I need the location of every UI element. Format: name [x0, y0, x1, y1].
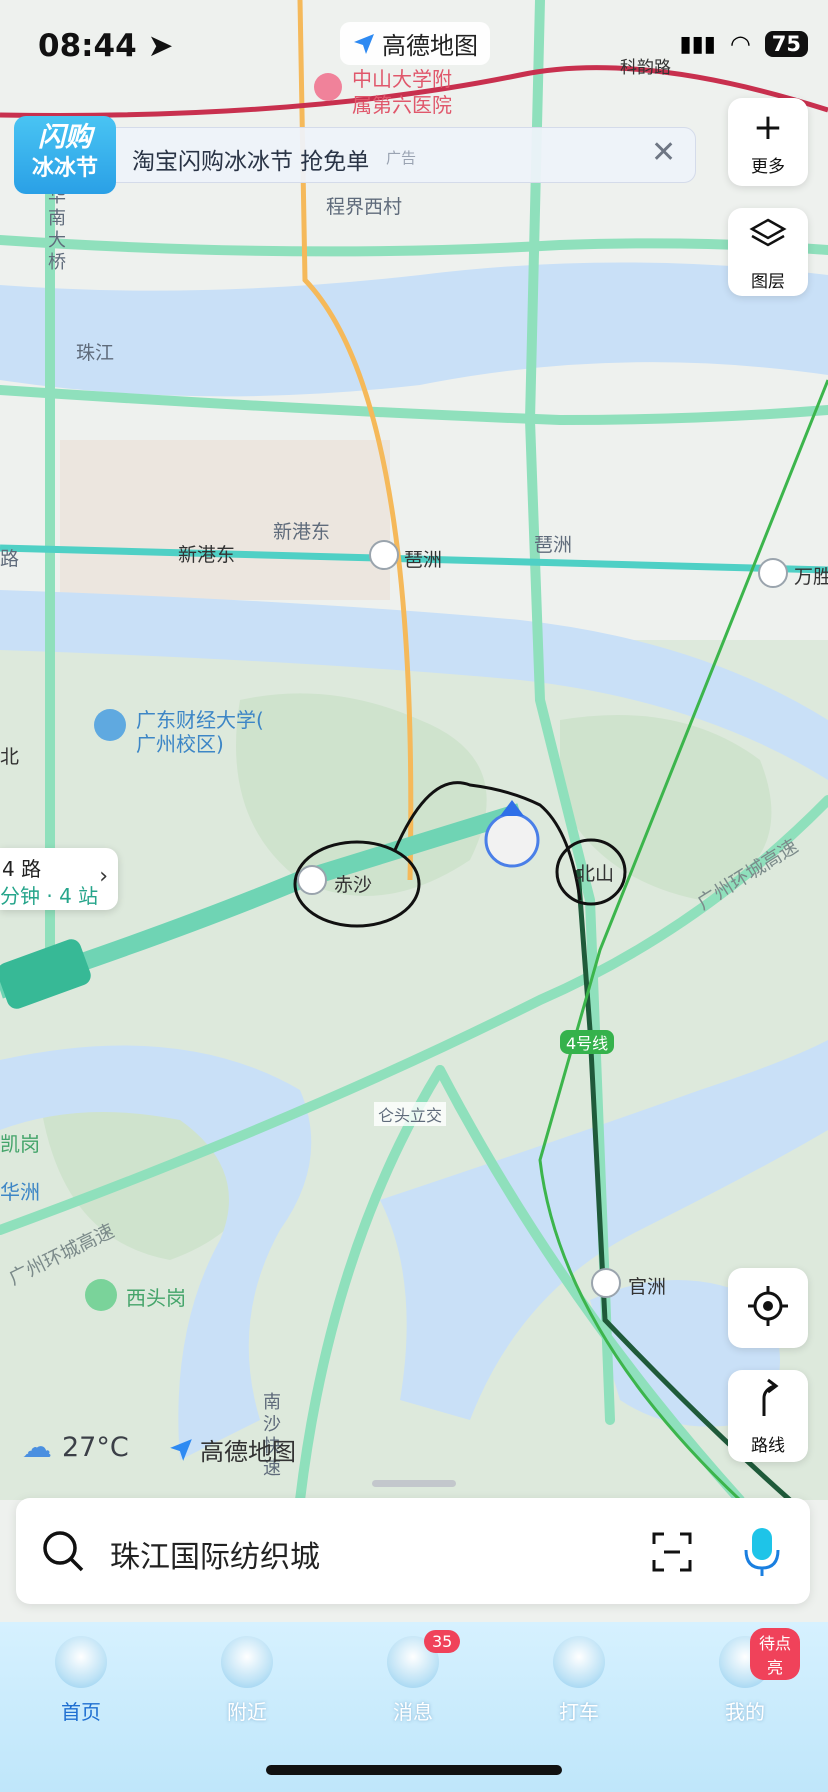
- home-indicator[interactable]: [266, 1765, 562, 1775]
- pazhou-area-label: 琶洲: [534, 534, 573, 556]
- nav-nearby[interactable]: 附近: [192, 1636, 302, 1725]
- route-turn-icon: [728, 1370, 808, 1431]
- gang-left-label: 凯岗: [0, 1132, 40, 1156]
- nav-messages[interactable]: 35 消息: [358, 1630, 468, 1725]
- route-button[interactable]: 路线: [728, 1370, 808, 1462]
- cloud-icon: ☁: [22, 1430, 52, 1465]
- canghou-interchange-label: 仑头立交: [374, 1102, 447, 1126]
- voice-mic-icon[interactable]: [738, 1524, 786, 1578]
- hua-left-label: 华洲: [0, 1180, 40, 1204]
- nav-taxi[interactable]: 打车: [524, 1636, 634, 1725]
- plus-icon: +: [752, 107, 784, 148]
- message-count-badge: 35: [424, 1630, 461, 1653]
- xingangdong-area-label: 新港东: [273, 521, 331, 543]
- wifi-icon: ◠: [729, 30, 751, 58]
- app-logo: 高德地图: [340, 22, 490, 65]
- battery-indicator: 75: [764, 31, 808, 57]
- zhujiang-label: 珠江: [76, 342, 115, 364]
- layers-button[interactable]: 图层: [728, 208, 808, 296]
- pazhou-station-label[interactable]: 琶洲: [404, 545, 442, 572]
- layers-icon: [728, 208, 808, 267]
- search-icon: [43, 1531, 84, 1572]
- lu-left-label: 路: [0, 548, 20, 570]
- ad-text[interactable]: 淘宝闪购冰冰节 抢免单: [132, 142, 369, 176]
- university-label[interactable]: 广东财经大学( 广州校区): [136, 708, 264, 756]
- status-icons: ▮▮▮ ◠ 75: [679, 30, 808, 58]
- map-brand-watermark: 高德地图: [168, 1432, 296, 1467]
- bus-eta-label: 分钟 · 4 站: [0, 884, 99, 908]
- location-arrow-icon: ➤: [147, 28, 174, 64]
- chengjiexi-label: 程界西村: [326, 196, 403, 218]
- navigation-arrow-icon: [354, 33, 374, 54]
- search-input[interactable]: 珠江国际纺织城: [110, 1532, 320, 1576]
- ad-badge[interactable]: 闪购 冰冰节: [14, 116, 116, 194]
- bus-line-label: 4 路: [2, 857, 42, 881]
- locate-button[interactable]: [728, 1268, 808, 1348]
- signal-icon: ▮▮▮: [679, 31, 716, 57]
- search-bar[interactable]: 珠江国际纺织城: [16, 1498, 810, 1604]
- xingangdong-station-label[interactable]: 新港东: [178, 540, 235, 567]
- huanan-bridge-label: 华 南 大 桥: [48, 186, 66, 273]
- beishan-station-label[interactable]: 北山: [576, 859, 614, 886]
- nav-mine[interactable]: 待点亮 我的: [690, 1628, 800, 1725]
- xitougang-label[interactable]: 西头岗: [126, 1282, 186, 1311]
- navigation-arrow-icon: [170, 1438, 192, 1461]
- line4-badge: 4号线: [560, 1030, 615, 1054]
- kenyun-station-label[interactable]: 科韵路: [620, 53, 671, 78]
- hospital-label[interactable]: 中山大学附 属第六医院: [352, 66, 452, 118]
- chisha-station-label[interactable]: 赤沙: [334, 870, 372, 897]
- more-button[interactable]: + 更多: [728, 98, 808, 186]
- chevron-right-icon: ›: [99, 864, 108, 889]
- drawer-handle[interactable]: [372, 1480, 456, 1487]
- status-time: 08:44 ➤: [38, 28, 174, 64]
- wansheng-station-label[interactable]: 万胜: [794, 562, 828, 589]
- bei-left-label: 北: [0, 746, 20, 768]
- mine-badge: 待点亮: [750, 1628, 800, 1680]
- guanzhou-station-label[interactable]: 官洲: [628, 1272, 666, 1299]
- bus-info-card[interactable]: 4 路 分钟 · 4 站 ›: [0, 848, 118, 910]
- nearby-mascot-icon: [221, 1636, 273, 1688]
- close-icon[interactable]: ✕: [651, 138, 676, 168]
- taxi-mascot-icon: [553, 1636, 605, 1688]
- locate-icon: [728, 1268, 808, 1341]
- home-mascot-icon: [55, 1636, 107, 1688]
- weather-widget[interactable]: ☁ 27°C: [22, 1430, 129, 1465]
- scan-icon[interactable]: [652, 1532, 692, 1572]
- ad-tag: 广告: [386, 149, 417, 167]
- nav-home[interactable]: 首页: [26, 1636, 136, 1725]
